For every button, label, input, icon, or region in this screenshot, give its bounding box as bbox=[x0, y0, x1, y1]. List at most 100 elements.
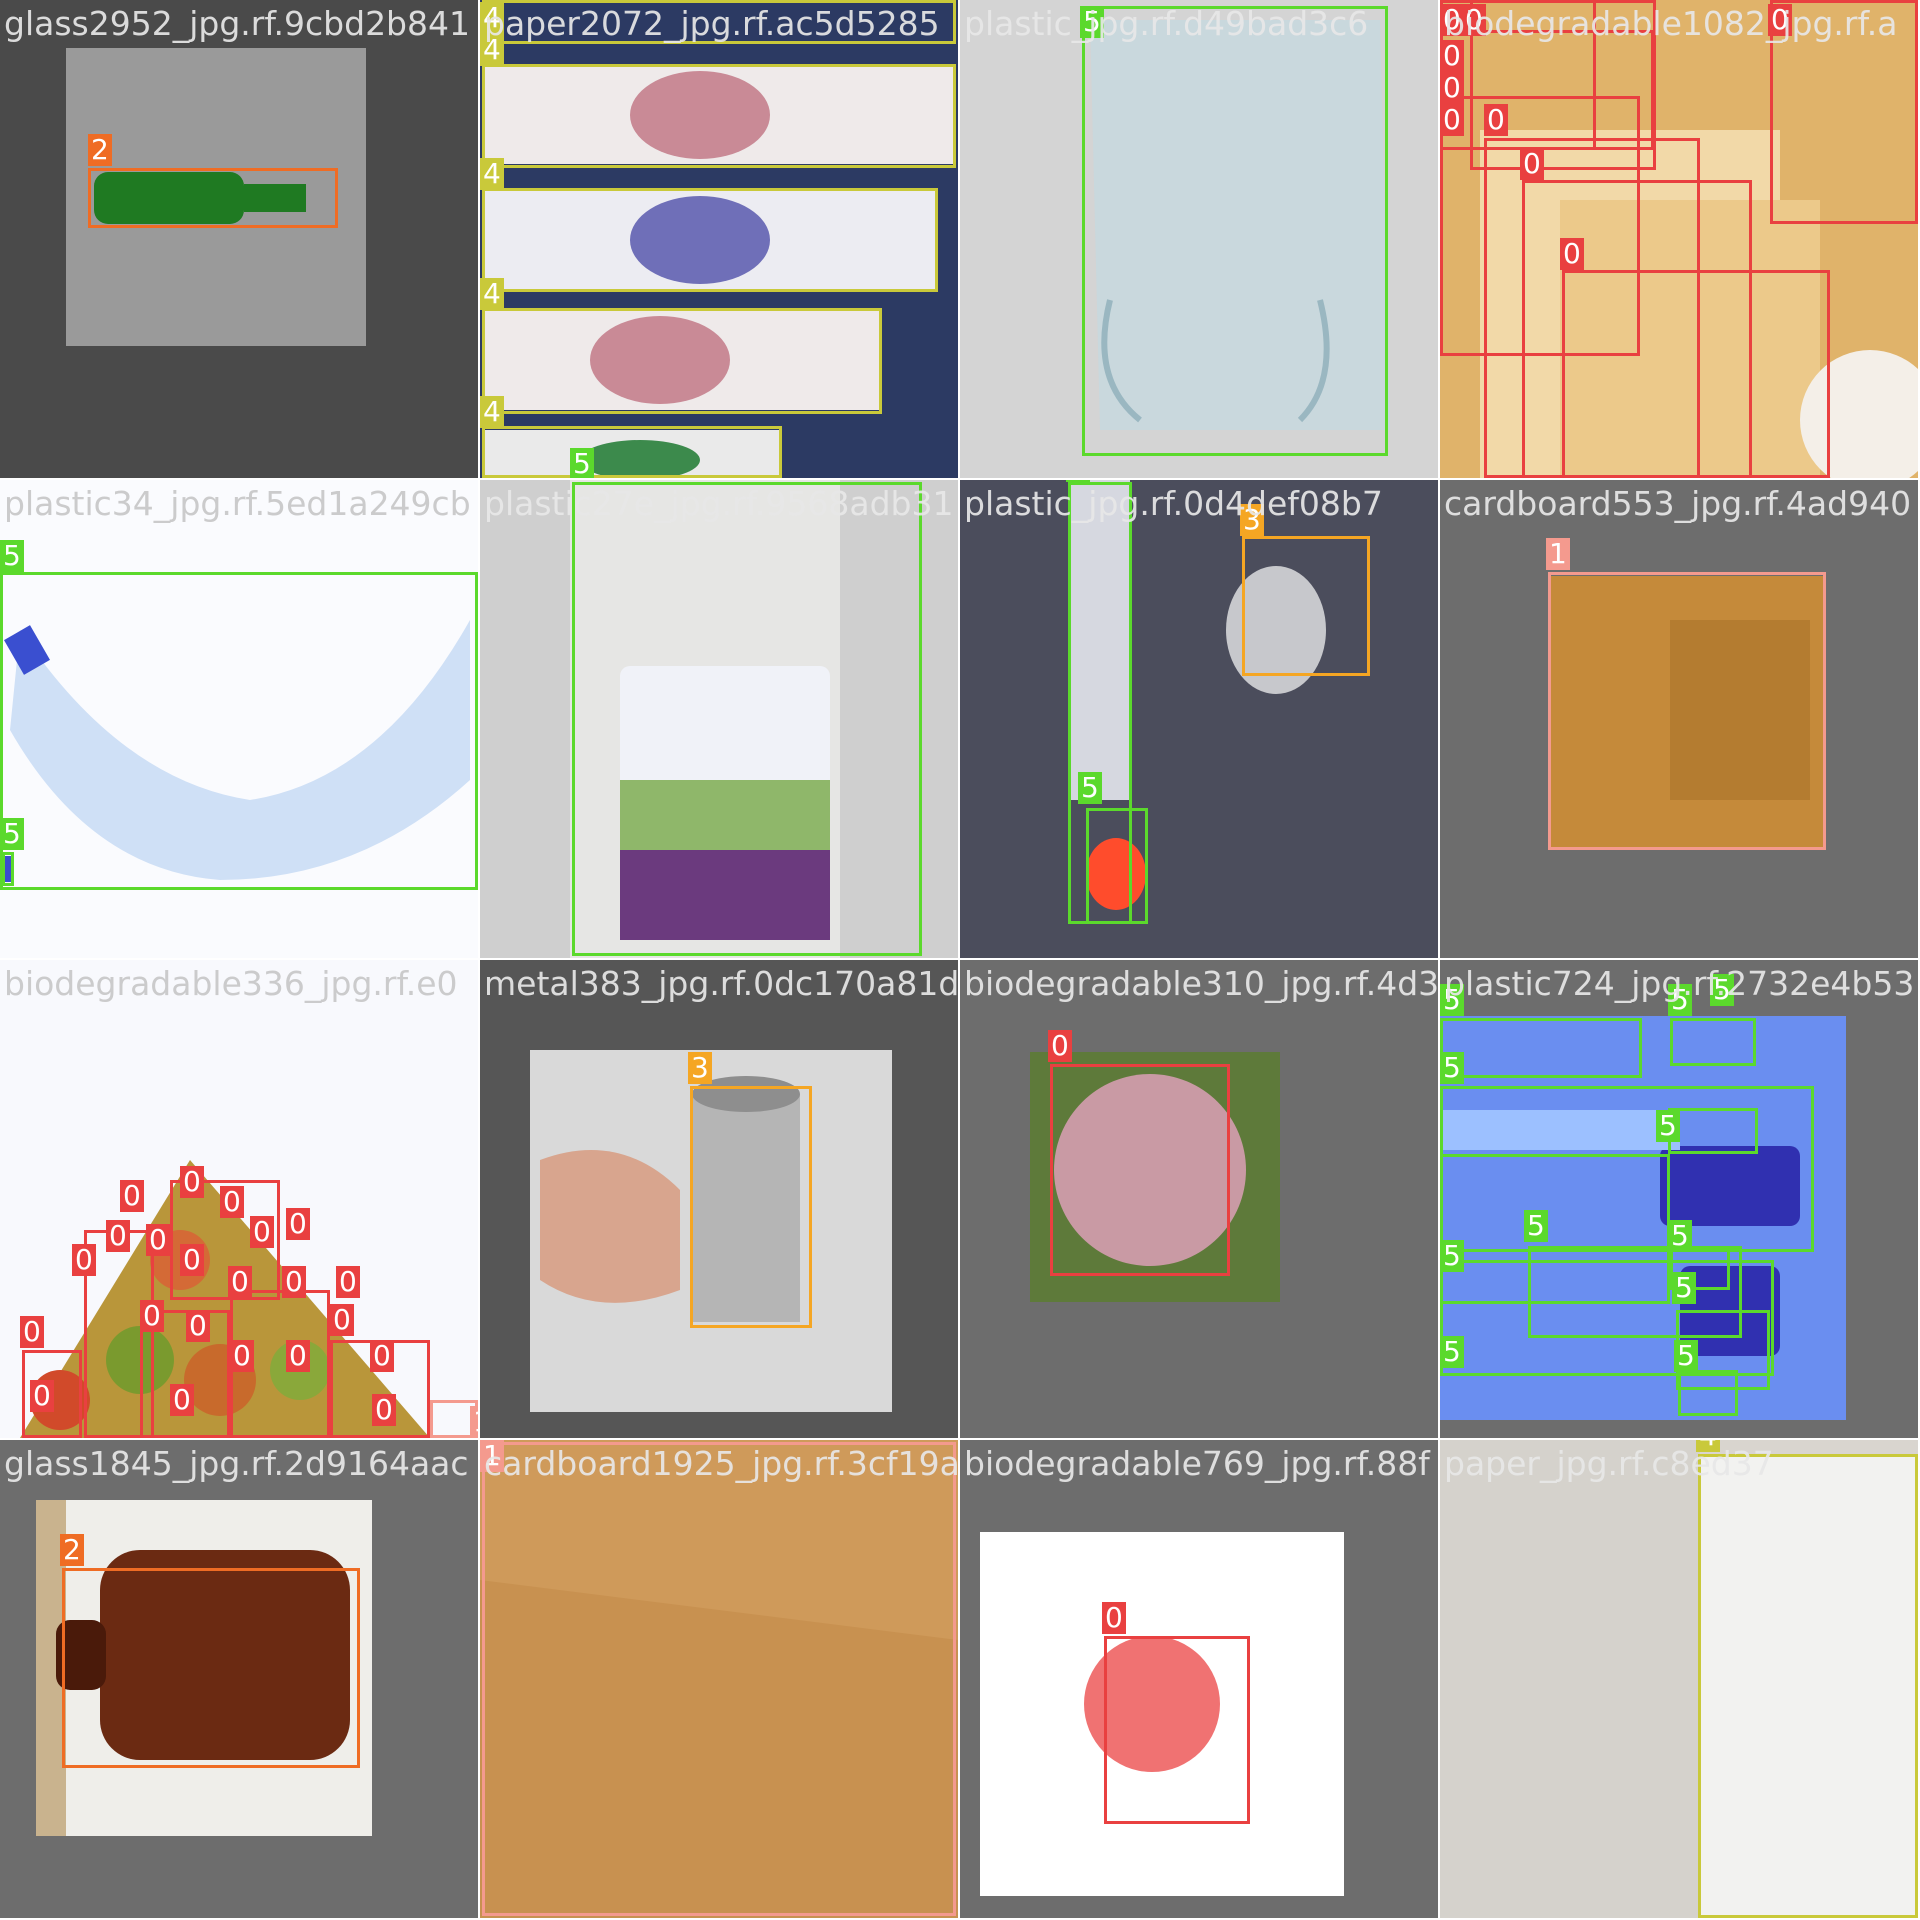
image-filename: paper_jpg.rf.c8ed37 bbox=[1444, 1444, 1774, 1483]
tile: 4 4 4 4 4 5 paper2072_jpg.rf.ac5d5285 bbox=[480, 0, 958, 478]
class-label: 5 bbox=[1656, 1110, 1680, 1142]
class-label: 0 bbox=[140, 1300, 164, 1332]
bounding-box bbox=[1678, 1370, 1738, 1416]
class-label: 4 bbox=[480, 278, 504, 310]
tile: 1 cardboard1925_jpg.rf.3cf19a bbox=[480, 1440, 958, 1918]
class-label: 5 bbox=[1440, 1240, 1464, 1272]
image-filename: plastic724_jpg.rf.2732e4b53 bbox=[1444, 964, 1915, 1003]
class-label: 0 bbox=[180, 1244, 204, 1276]
class-label: 0 bbox=[370, 1340, 394, 1372]
bounding-box bbox=[0, 572, 478, 890]
class-label: 5 bbox=[0, 540, 24, 572]
image-filename: biodegradable336_jpg.rf.e0 bbox=[4, 964, 458, 1003]
class-label: 0 bbox=[230, 1340, 254, 1372]
class-label: 5 bbox=[1672, 1272, 1696, 1304]
class-label: 0 bbox=[1048, 1030, 1072, 1062]
bounding-box bbox=[482, 188, 938, 292]
class-label: 5 bbox=[1524, 1210, 1548, 1242]
image-filename: metal383_jpg.rf.0dc170a81d65 bbox=[484, 964, 958, 1003]
bounding-box bbox=[1440, 1018, 1642, 1078]
class-label: 0 bbox=[286, 1340, 310, 1372]
class-label: 0 bbox=[336, 1266, 360, 1298]
bounding-box bbox=[1242, 536, 1370, 676]
class-label: 0 bbox=[72, 1244, 96, 1276]
image-filename: biodegradable1082_jpg.rf.a bbox=[1444, 4, 1898, 43]
image-filename: cardboard1925_jpg.rf.3cf19a bbox=[484, 1444, 958, 1483]
class-label: 0 bbox=[180, 1166, 204, 1198]
class-label: 0 bbox=[1520, 148, 1544, 180]
class-label: 5 bbox=[1078, 772, 1102, 804]
tile: 2 glass1845_jpg.rf.2d9164aac bbox=[0, 1440, 478, 1918]
class-label: 1 bbox=[470, 1406, 478, 1438]
tile: 0 biodegradable310_jpg.rf.4d3 bbox=[960, 960, 1438, 1438]
image-filename: glass1845_jpg.rf.2d9164aac bbox=[4, 1444, 469, 1483]
class-label: 5 bbox=[1440, 1336, 1464, 1368]
class-label: 0 bbox=[186, 1310, 210, 1342]
bounding-box bbox=[482, 1442, 956, 1916]
class-label: 0 bbox=[120, 1180, 144, 1212]
image-filename: plastic27e_jpg.rf.9568adb31 bbox=[484, 484, 954, 523]
bounding-box bbox=[1086, 808, 1148, 924]
tile: 3 metal383_jpg.rf.0dc170a81d65 bbox=[480, 960, 958, 1438]
class-label: 0 bbox=[282, 1266, 306, 1298]
class-label: 0 bbox=[330, 1304, 354, 1336]
class-label: 0 bbox=[106, 1220, 130, 1252]
class-label: 0 bbox=[250, 1216, 274, 1248]
class-label: 2 bbox=[88, 134, 112, 166]
bounding-box bbox=[1562, 270, 1830, 478]
class-label: 5 bbox=[570, 448, 594, 478]
class-label: 0 bbox=[1484, 104, 1508, 136]
bounding-box bbox=[1050, 1064, 1230, 1276]
class-label: 4 bbox=[480, 158, 504, 190]
image-filename: plastic34_jpg.rf.5ed1a249cb bbox=[4, 484, 471, 523]
class-label: 0 bbox=[286, 1208, 310, 1240]
class-label: 0 bbox=[1440, 72, 1464, 104]
class-label: 5 bbox=[1440, 1052, 1464, 1084]
tile: 5 plastic_jpg.rf.d49bad3c6 bbox=[960, 0, 1438, 478]
tile: 0 biodegradable769_jpg.rf.88f bbox=[960, 1440, 1438, 1918]
bounding-box bbox=[572, 482, 922, 956]
class-label: 0 bbox=[228, 1266, 252, 1298]
detection-mosaic: 2 glass2952_jpg.rf.9cbd2b841 4 4 4 4 4 5… bbox=[0, 0, 1920, 1920]
image-filename: paper2072_jpg.rf.ac5d5285 bbox=[484, 4, 940, 43]
tile: 1 cardboard553_jpg.rf.4ad940 bbox=[1440, 480, 1918, 958]
tile: 5 plastic27e_jpg.rf.9568adb31 bbox=[480, 480, 958, 958]
class-label: 0 bbox=[30, 1380, 54, 1412]
class-label: 1 bbox=[1546, 538, 1570, 570]
tile: 0 0 0 0 0 0 0 0 0 biodegradable1082_jpg.… bbox=[1440, 0, 1918, 478]
class-label: 2 bbox=[60, 1534, 84, 1566]
bounding-box bbox=[88, 168, 338, 228]
tile: 0 0 0 0 0 0 0 0 0 0 0 0 0 0 0 0 0 0 0 0 … bbox=[0, 960, 478, 1438]
class-label: 0 bbox=[1102, 1602, 1126, 1634]
tile: 2 glass2952_jpg.rf.9cbd2b841 bbox=[0, 0, 478, 478]
bounding-box bbox=[482, 308, 882, 414]
bounding-box bbox=[690, 1086, 812, 1328]
image-filename: plastic_jpg.rf.d49bad3c6 bbox=[964, 4, 1369, 43]
bounding-box bbox=[62, 1568, 360, 1768]
class-label: 0 bbox=[20, 1316, 44, 1348]
class-label: 0 bbox=[372, 1394, 396, 1426]
bounding-box bbox=[482, 426, 782, 478]
tile: 4 paper_jpg.rf.c8ed37 bbox=[1440, 1440, 1918, 1918]
class-label: 3 bbox=[688, 1052, 712, 1084]
class-label: 4 bbox=[480, 396, 504, 428]
image-filename: biodegradable310_jpg.rf.4d3 bbox=[964, 964, 1438, 1003]
class-label: 0 bbox=[1560, 238, 1584, 270]
class-label: 5 bbox=[1674, 1340, 1698, 1372]
class-label: 0 bbox=[220, 1186, 244, 1218]
class-label: 0 bbox=[146, 1224, 170, 1256]
class-label: 5 bbox=[1066, 480, 1090, 482]
bounding-box bbox=[1104, 1636, 1250, 1824]
bounding-box bbox=[1668, 1108, 1758, 1154]
bounding-box bbox=[1698, 1454, 1918, 1918]
image-filename: biodegradable769_jpg.rf.88f bbox=[964, 1444, 1430, 1483]
class-label: 0 bbox=[170, 1384, 194, 1416]
bounding-box bbox=[1548, 572, 1826, 850]
class-label: 0 bbox=[1440, 40, 1464, 72]
bounding-box bbox=[482, 64, 956, 168]
tile: 5 5 5 5 5 5 5 5 5 5 5 plastic724_jpg.rf.… bbox=[1440, 960, 1918, 1438]
tile: 5 5 plastic34_jpg.rf.5ed1a249cb bbox=[0, 480, 478, 958]
tile: 5 5 3 plastic_jpg.rf.0d4def08b7 bbox=[960, 480, 1438, 958]
bounding-box bbox=[1082, 6, 1388, 456]
image-filename: plastic_jpg.rf.0d4def08b7 bbox=[964, 484, 1383, 523]
